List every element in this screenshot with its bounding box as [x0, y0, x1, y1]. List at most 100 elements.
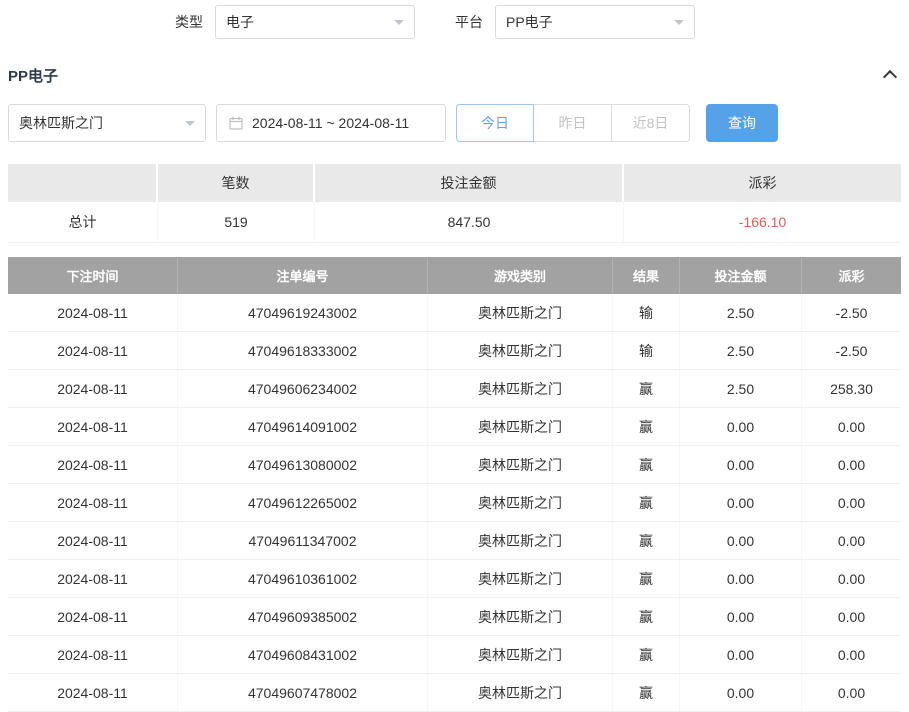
- cell-game-type: 奥林匹斯之门: [428, 522, 613, 559]
- header-game-type: 游戏类别: [428, 257, 613, 294]
- platform-label: 平台: [455, 12, 483, 32]
- summary-header-bet-amount: 投注金额: [315, 164, 624, 202]
- chevron-up-icon[interactable]: [883, 70, 897, 84]
- cell-bet-amount: 0.00: [680, 560, 802, 597]
- game-select-value: 奥林匹斯之门: [19, 113, 103, 133]
- date-range-input[interactable]: 2024-08-11 ~ 2024-08-11: [216, 104, 446, 142]
- cell-bet-amount: 0.00: [680, 674, 802, 711]
- cell-payout: 0.00: [802, 446, 901, 483]
- query-button[interactable]: 查询: [706, 104, 778, 142]
- table-row: 2024-08-11 47049612265002 奥林匹斯之门 赢 0.00 …: [8, 484, 901, 522]
- cell-game-type: 奥林匹斯之门: [428, 294, 613, 331]
- header-bet-amount: 投注金额: [680, 257, 802, 294]
- table-row: 2024-08-11 47049618333002 奥林匹斯之门 输 2.50 …: [8, 332, 901, 370]
- cell-bet-amount: 2.50: [680, 294, 802, 331]
- cell-payout: -2.50: [802, 332, 901, 369]
- cell-game-type: 奥林匹斯之门: [428, 370, 613, 407]
- cell-bet-id: 47049612265002: [178, 484, 428, 521]
- cell-payout: 0.00: [802, 636, 901, 673]
- date-range-value: 2024-08-11 ~ 2024-08-11: [252, 115, 409, 131]
- header-bet-id: 注单编号: [178, 257, 428, 294]
- platform-select[interactable]: PP电子: [495, 5, 695, 39]
- section-title: PP电子: [8, 65, 58, 86]
- cell-bet-amount: 0.00: [680, 522, 802, 559]
- cell-bet-amount: 2.50: [680, 332, 802, 369]
- cell-payout: 0.00: [802, 674, 901, 711]
- filter-toolbar: 奥林匹斯之门 2024-08-11 ~ 2024-08-11 今日 昨日 近8日…: [8, 104, 901, 142]
- section-header: PP电子: [8, 63, 901, 87]
- cell-bet-id: 47049618333002: [178, 332, 428, 369]
- summary-count-value: 519: [158, 202, 315, 242]
- cell-result: 赢: [613, 446, 680, 483]
- top-filter-bar: 类型 电子 平台 PP电子: [175, 5, 901, 39]
- table-row: 2024-08-11 47049614091002 奥林匹斯之门 赢 0.00 …: [8, 408, 901, 446]
- cell-bet-id: 47049607478002: [178, 674, 428, 711]
- quick-range-button-group: 今日 昨日 近8日: [456, 104, 690, 142]
- cell-bet-amount: 0.00: [680, 408, 802, 445]
- summary-total-row: 总计 519 847.50 -166.10: [8, 202, 901, 243]
- cell-payout: 258.30: [802, 370, 901, 407]
- chevron-down-icon: [185, 121, 195, 126]
- summary-table: 笔数 投注金额 派彩 总计 519 847.50 -166.10: [8, 164, 901, 243]
- summary-header-payout: 派彩: [624, 164, 901, 202]
- table-row: 2024-08-11 47049608431002 奥林匹斯之门 赢 0.00 …: [8, 636, 901, 674]
- summary-total-label: 总计: [8, 202, 158, 242]
- type-select[interactable]: 电子: [215, 5, 415, 39]
- table-row: 2024-08-11 47049613080002 奥林匹斯之门 赢 0.00 …: [8, 446, 901, 484]
- chevron-down-icon: [674, 20, 684, 25]
- bet-table-header: 下注时间 注单编号 游戏类别 结果 投注金额 派彩: [8, 257, 901, 294]
- type-select-value: 电子: [226, 12, 254, 32]
- cell-result: 赢: [613, 598, 680, 635]
- cell-game-type: 奥林匹斯之门: [428, 332, 613, 369]
- cell-payout: 0.00: [802, 484, 901, 521]
- cell-game-type: 奥林匹斯之门: [428, 674, 613, 711]
- table-row: 2024-08-11 47049606234002 奥林匹斯之门 赢 2.50 …: [8, 370, 901, 408]
- cell-bet-id: 47049614091002: [178, 408, 428, 445]
- cell-bet-time: 2024-08-11: [8, 522, 178, 559]
- cell-result: 赢: [613, 674, 680, 711]
- cell-bet-id: 47049609385002: [178, 598, 428, 635]
- table-row: 2024-08-11 47049611347002 奥林匹斯之门 赢 0.00 …: [8, 522, 901, 560]
- cell-result: 赢: [613, 408, 680, 445]
- table-row: 2024-08-11 47049607478002 奥林匹斯之门 赢 0.00 …: [8, 674, 901, 712]
- summary-header-count: 笔数: [158, 164, 315, 202]
- cell-payout: 0.00: [802, 598, 901, 635]
- chevron-down-icon: [394, 20, 404, 25]
- header-payout: 派彩: [802, 257, 901, 294]
- cell-bet-amount: 0.00: [680, 446, 802, 483]
- cell-bet-id: 47049613080002: [178, 446, 428, 483]
- cell-game-type: 奥林匹斯之门: [428, 446, 613, 483]
- yesterday-button[interactable]: 昨日: [534, 104, 612, 142]
- cell-bet-time: 2024-08-11: [8, 370, 178, 407]
- cell-bet-time: 2024-08-11: [8, 484, 178, 521]
- header-bet-time: 下注时间: [8, 257, 178, 294]
- cell-result: 输: [613, 332, 680, 369]
- cell-bet-time: 2024-08-11: [8, 636, 178, 673]
- cell-game-type: 奥林匹斯之门: [428, 408, 613, 445]
- cell-bet-id: 47049611347002: [178, 522, 428, 559]
- cell-bet-id: 47049619243002: [178, 294, 428, 331]
- calendar-icon: [229, 116, 243, 130]
- cell-bet-id: 47049606234002: [178, 370, 428, 407]
- cell-payout: 0.00: [802, 522, 901, 559]
- summary-payout-value: -166.10: [624, 202, 901, 242]
- cell-payout: 0.00: [802, 560, 901, 597]
- game-select[interactable]: 奥林匹斯之门: [8, 104, 206, 142]
- platform-select-value: PP电子: [506, 12, 553, 32]
- cell-game-type: 奥林匹斯之门: [428, 636, 613, 673]
- cell-result: 赢: [613, 560, 680, 597]
- cell-result: 赢: [613, 370, 680, 407]
- cell-game-type: 奥林匹斯之门: [428, 484, 613, 521]
- page: 类型 电子 平台 PP电子 PP电子 奥林匹斯之门 2024-0: [0, 5, 909, 712]
- today-button[interactable]: 今日: [456, 104, 534, 142]
- table-row: 2024-08-11 47049609385002 奥林匹斯之门 赢 0.00 …: [8, 598, 901, 636]
- cell-bet-amount: 0.00: [680, 598, 802, 635]
- header-result: 结果: [613, 257, 680, 294]
- cell-result: 赢: [613, 484, 680, 521]
- cell-bet-time: 2024-08-11: [8, 598, 178, 635]
- cell-bet-time: 2024-08-11: [8, 332, 178, 369]
- last-8-days-button[interactable]: 近8日: [612, 104, 690, 142]
- summary-bet-amount-value: 847.50: [315, 202, 624, 242]
- type-label: 类型: [175, 12, 203, 32]
- bet-table-body: 2024-08-11 47049619243002 奥林匹斯之门 输 2.50 …: [8, 294, 901, 712]
